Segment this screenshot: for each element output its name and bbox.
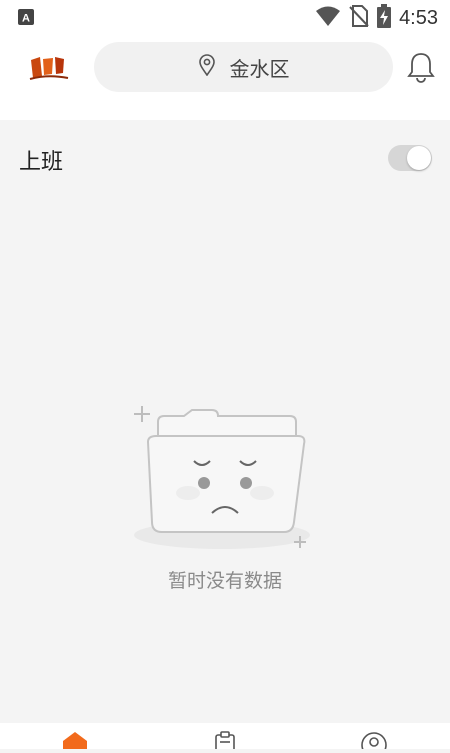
location-text: 金水区	[229, 56, 290, 81]
a-icon: A	[18, 9, 34, 29]
status-icons: 4:53	[315, 4, 438, 32]
location-pin-icon	[198, 54, 216, 80]
app-logo[interactable]	[28, 54, 70, 82]
battery-charging-icon	[377, 4, 392, 32]
work-mode-row: 上班	[0, 128, 450, 190]
bottom-tab-bar	[0, 723, 450, 753]
empty-folder-icon	[132, 398, 322, 558]
bell-icon[interactable]	[406, 50, 436, 84]
header: 金水区	[0, 36, 450, 120]
clipboard-icon[interactable]	[212, 731, 252, 752]
status-bar: A 4:53	[0, 0, 450, 36]
empty-state-text: 暂时没有数据	[167, 570, 282, 592]
status-time: 4:53	[399, 6, 438, 29]
user-icon[interactable]	[360, 731, 400, 753]
work-mode-toggle[interactable]	[388, 145, 432, 171]
location-selector[interactable]: 金水区	[94, 42, 393, 92]
svg-text:A: A	[22, 13, 30, 25]
no-sim-icon	[349, 5, 369, 31]
home-icon[interactable]	[62, 731, 102, 749]
wifi-icon	[315, 5, 341, 31]
work-mode-label: 上班	[19, 150, 64, 175]
toggle-knob	[407, 146, 431, 170]
